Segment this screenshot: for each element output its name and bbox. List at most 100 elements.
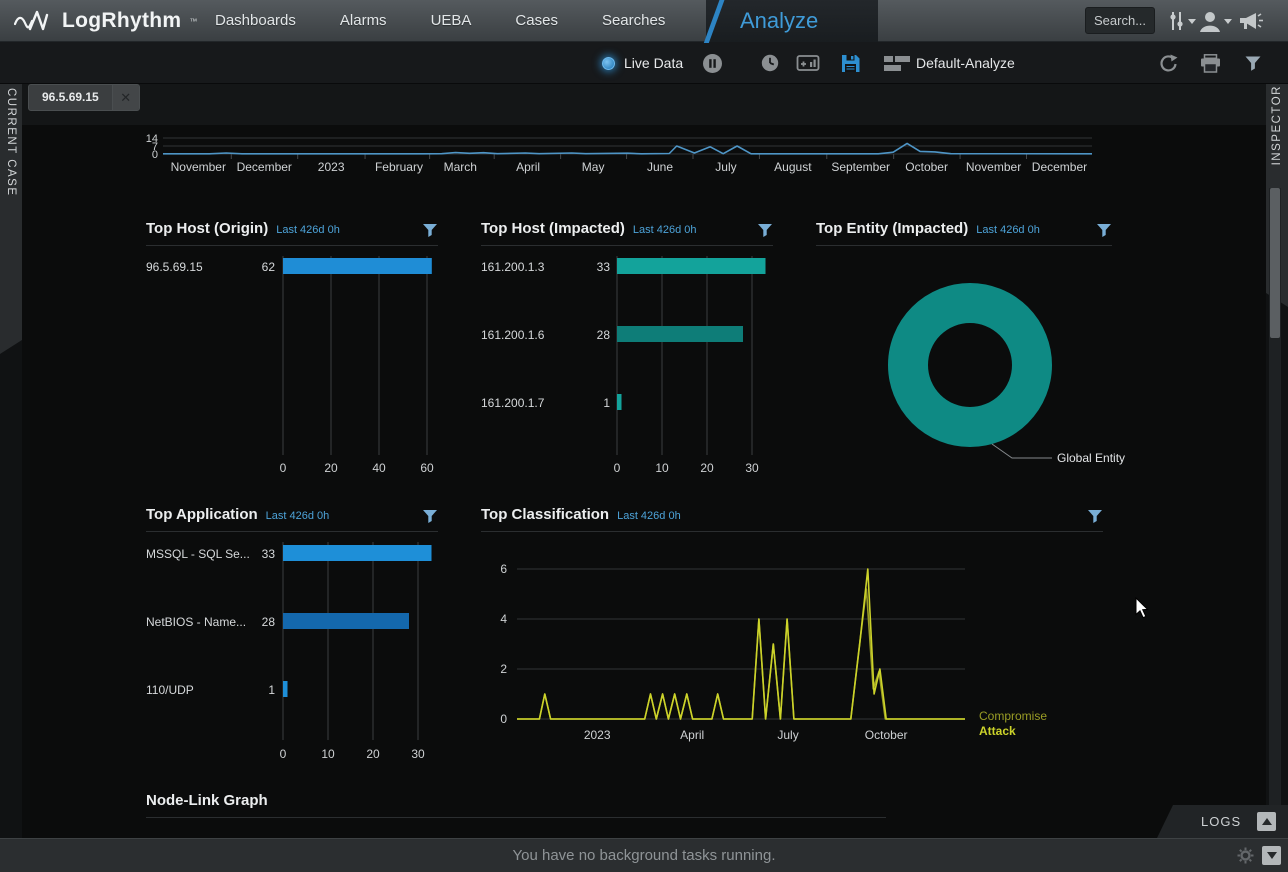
logrhythm-logo[interactable]: LogRhythm ™ xyxy=(14,0,197,42)
top-host-origin-chart[interactable]: 020406096.5.69.1562 xyxy=(146,250,446,490)
inspector-label: INSPECTOR xyxy=(1271,85,1283,165)
svg-text:30: 30 xyxy=(411,747,425,761)
preset-name[interactable]: Default-Analyze xyxy=(916,42,1015,84)
background-tasks-message: You have no background tasks running. xyxy=(0,839,1288,872)
panel-filter-button[interactable] xyxy=(1096,223,1112,243)
analyze-toolbar: Live Data xyxy=(0,42,1288,84)
nav-item-dashboards[interactable]: Dashboards xyxy=(215,0,296,42)
svg-text:0: 0 xyxy=(280,461,287,475)
save-layout-button[interactable] xyxy=(840,42,861,84)
current-case-tab[interactable]: CURRENT CASE xyxy=(0,58,22,354)
logs-tab-label: LOGS xyxy=(1201,814,1241,829)
brand-trademark: ™ xyxy=(189,17,197,26)
svg-text:September: September xyxy=(831,160,890,174)
svg-text:40: 40 xyxy=(372,461,386,475)
pause-button[interactable] xyxy=(701,42,724,84)
gear-icon xyxy=(1237,847,1254,864)
nav-menu: Dashboards Alarms UEBA Cases Searches Re… xyxy=(215,0,762,42)
user-icon[interactable] xyxy=(1198,0,1222,42)
svg-text:NetBIOS - Name...: NetBIOS - Name... xyxy=(146,615,246,629)
svg-text:October: October xyxy=(865,728,908,742)
panel-filter-button[interactable] xyxy=(422,223,438,243)
logs-expand-button[interactable] xyxy=(1257,812,1276,831)
time-range-button[interactable] xyxy=(760,42,780,84)
svg-text:July: July xyxy=(777,728,798,742)
svg-text:November: November xyxy=(171,160,226,174)
panel-filter-button[interactable] xyxy=(422,509,438,529)
nav-item-ueba[interactable]: UEBA xyxy=(431,0,472,42)
svg-text:Compromise: Compromise xyxy=(979,709,1047,723)
save-icon xyxy=(840,53,861,74)
top-classification-header: Top Classification Last 426d 0h xyxy=(481,506,1103,532)
node-link-graph-header: Node-Link Graph xyxy=(146,792,886,818)
preset-label: Default-Analyze xyxy=(916,55,1015,71)
svg-text:July: July xyxy=(715,160,736,174)
current-case-label: CURRENT CASE xyxy=(5,88,17,197)
logs-tab[interactable]: LOGS xyxy=(1157,805,1288,838)
svg-text:April: April xyxy=(680,728,704,742)
funnel-icon xyxy=(1087,509,1103,524)
layout-preset-button[interactable] xyxy=(884,42,910,84)
live-data-radio-icon xyxy=(602,57,615,70)
live-data-toggle[interactable]: Live Data xyxy=(602,42,683,84)
sliders-caret-icon[interactable] xyxy=(1188,0,1196,42)
nav-item-cases[interactable]: Cases xyxy=(515,0,558,42)
panel-title: Top Entity (Impacted) xyxy=(816,220,968,237)
svg-text:August: August xyxy=(774,160,812,174)
print-button[interactable] xyxy=(1200,42,1221,84)
panel-title: Top Host (Impacted) xyxy=(481,220,625,237)
tab-analyze-active[interactable]: Analyze xyxy=(706,0,878,42)
svg-text:30: 30 xyxy=(745,461,759,475)
clock-icon xyxy=(760,53,780,73)
search-input[interactable] xyxy=(1085,7,1155,34)
nav-item-searches[interactable]: Searches xyxy=(602,0,665,42)
svg-text:0: 0 xyxy=(152,149,158,161)
global-filter-button[interactable] xyxy=(1244,42,1262,84)
top-host-origin-header: Top Host (Origin) Last 426d 0h xyxy=(146,220,438,246)
sliders-icon[interactable] xyxy=(1168,0,1186,42)
megaphone-icon[interactable] xyxy=(1238,0,1264,42)
svg-text:November: November xyxy=(966,160,1021,174)
panel-period: Last 426d 0h xyxy=(633,224,697,236)
svg-text:161.200.1.3: 161.200.1.3 xyxy=(481,260,545,274)
top-host-impacted-chart[interactable]: 0102030161.200.1.333161.200.1.628161.200… xyxy=(481,250,781,490)
top-application-chart[interactable]: 0102030MSSQL - SQL Se...33NetBIOS - Name… xyxy=(146,536,446,776)
top-entity-impacted-donut[interactable]: Global Entity xyxy=(816,248,1138,488)
scrollbar-thumb[interactable] xyxy=(1270,188,1280,338)
nav-item-alarms[interactable]: Alarms xyxy=(340,0,387,42)
live-data-label: Live Data xyxy=(624,55,683,71)
user-caret-icon[interactable] xyxy=(1224,0,1232,42)
svg-text:2023: 2023 xyxy=(584,728,611,742)
tasks-settings-button[interactable] xyxy=(1237,847,1254,869)
svg-text:33: 33 xyxy=(597,260,611,274)
add-widget-icon xyxy=(796,53,820,73)
panel-title: Top Application xyxy=(146,506,258,523)
panel-title: Top Classification xyxy=(481,506,609,523)
triangle-up-icon xyxy=(1262,818,1272,825)
svg-text:110/UDP: 110/UDP xyxy=(146,683,194,697)
pause-icon xyxy=(701,52,724,75)
vertical-scrollbar[interactable] xyxy=(1269,188,1281,833)
svg-text:161.200.1.7: 161.200.1.7 xyxy=(481,396,545,410)
top-entity-impacted-header: Top Entity (Impacted) Last 426d 0h xyxy=(816,220,1112,246)
top-classification-chart[interactable]: 64202023AprilJulyOctoberCompromiseAttack xyxy=(481,540,1121,757)
node-link-graph-title: Node-Link Graph xyxy=(146,792,268,809)
svg-text:March: March xyxy=(444,160,477,174)
remove-filter-button[interactable]: ✕ xyxy=(112,85,139,110)
panel-filter-button[interactable] xyxy=(1087,509,1103,529)
collapse-status-button[interactable] xyxy=(1262,846,1281,865)
panel-period: Last 426d 0h xyxy=(976,224,1040,236)
refresh-button[interactable] xyxy=(1158,42,1179,84)
brand-name: LogRhythm xyxy=(62,9,181,33)
add-widget-button[interactable] xyxy=(796,42,820,84)
svg-text:April: April xyxy=(516,160,540,174)
panel-filter-button[interactable] xyxy=(757,223,773,243)
svg-text:60: 60 xyxy=(420,461,434,475)
funnel-icon xyxy=(422,223,438,238)
funnel-icon xyxy=(1244,55,1262,72)
events-timeline-chart[interactable]: 1470NovemberDecember2023FebruaryMarchApr… xyxy=(130,128,1105,185)
top-navbar: LogRhythm ™ Dashboards Alarms UEBA Cases… xyxy=(0,0,1288,42)
logrhythm-wave-icon xyxy=(14,8,54,34)
panel-title: Top Host (Origin) xyxy=(146,220,268,237)
panel-period: Last 426d 0h xyxy=(617,510,681,522)
